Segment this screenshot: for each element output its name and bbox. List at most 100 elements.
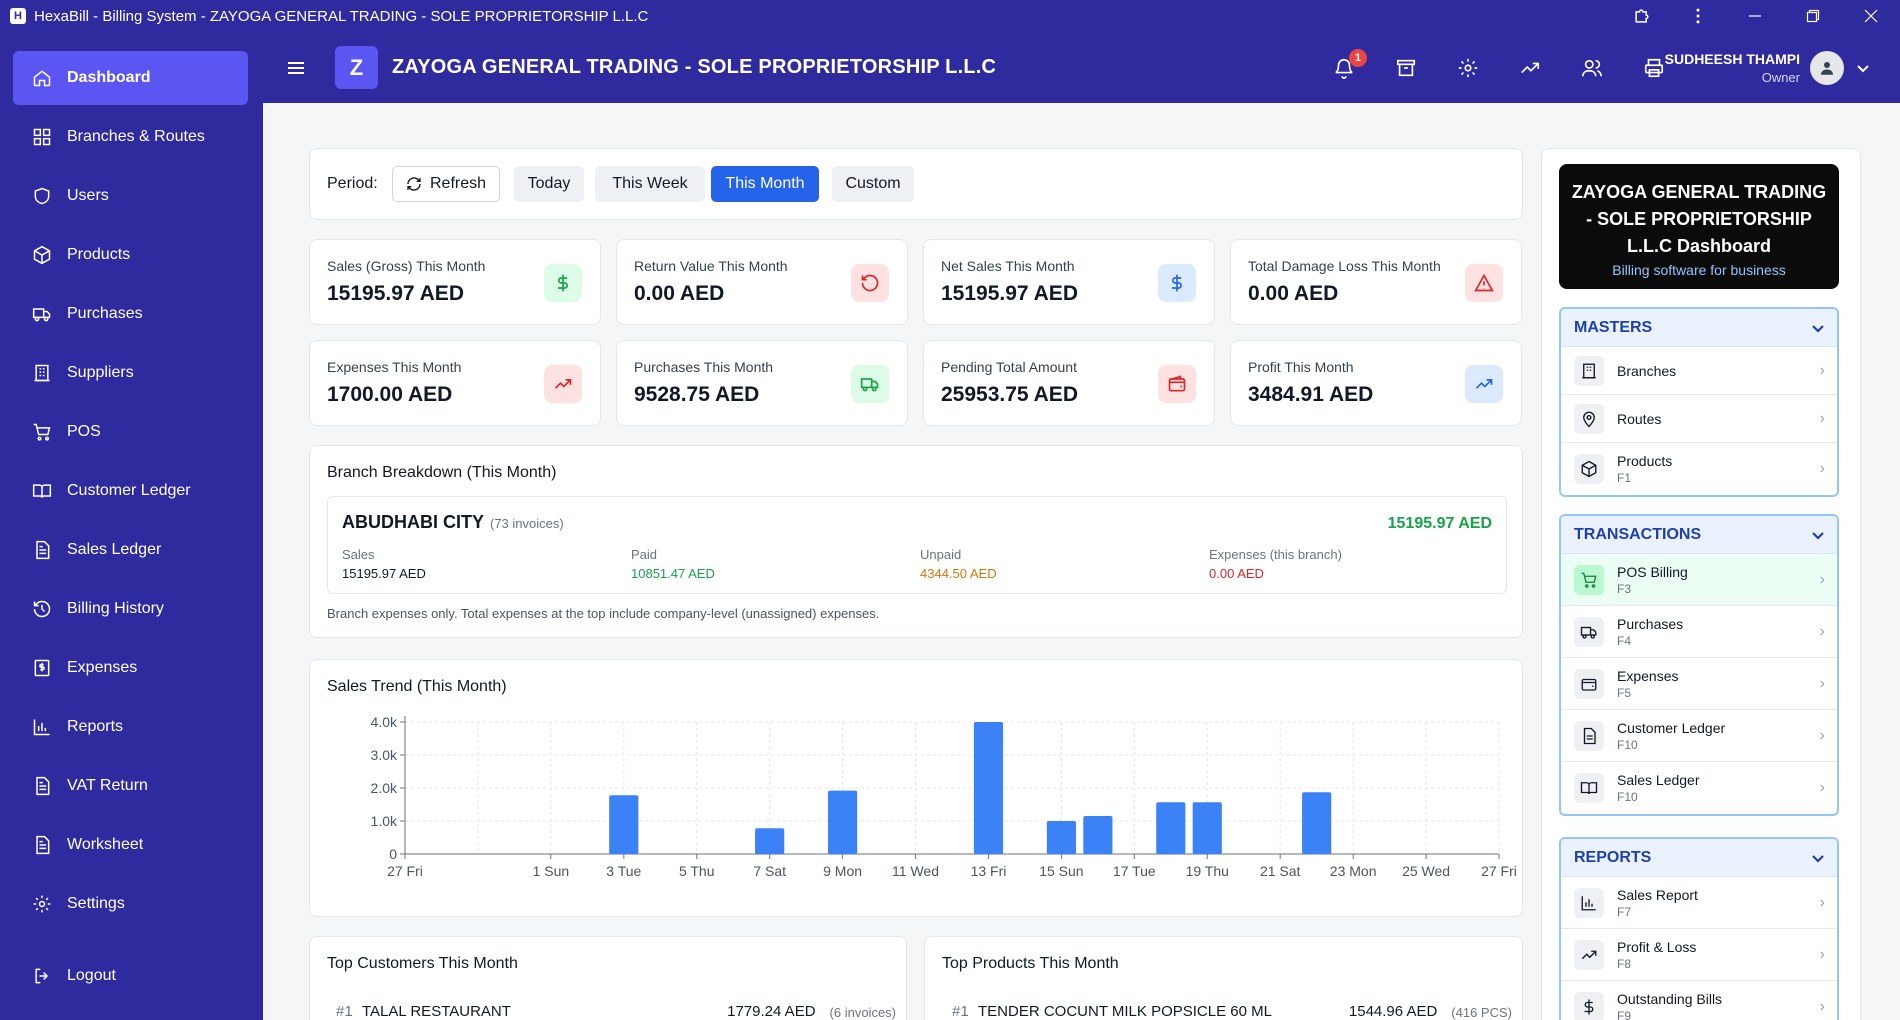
period-selector: Period: Refresh Today This Week This Mon… bbox=[309, 148, 1523, 220]
sidebar-item-billing-history[interactable]: Billing History bbox=[13, 582, 248, 636]
stat-card-sales-gross: Sales (Gross) This Month 15195.97 AED bbox=[309, 239, 601, 325]
user-menu[interactable]: SUDHEESH THAMPI Owner bbox=[1665, 32, 1870, 103]
chart-bar[interactable] bbox=[973, 722, 1004, 854]
trend-up-icon bbox=[1574, 939, 1604, 970]
sidebar-item-vat-return[interactable]: VAT Return bbox=[13, 759, 248, 813]
masters-header[interactable]: MASTERS bbox=[1561, 309, 1837, 347]
chart-bar[interactable] bbox=[828, 790, 858, 854]
users-button[interactable] bbox=[1561, 48, 1623, 88]
stat-value: 3484.91 AED bbox=[1248, 383, 1374, 406]
building-icon bbox=[1574, 355, 1604, 386]
sidebar-item-expenses[interactable]: Expenses bbox=[13, 641, 248, 695]
sidebar-item-label: Suppliers bbox=[67, 364, 134, 381]
chart-bar[interactable] bbox=[755, 828, 785, 854]
sidebar-item-label: Purchases bbox=[67, 305, 143, 322]
chart-bar[interactable] bbox=[1192, 802, 1222, 854]
sidebar-item-suppliers[interactable]: Suppliers bbox=[13, 346, 248, 400]
branch-note: Branch expenses only. Total expenses at … bbox=[327, 606, 880, 621]
sidebar-item-worksheet[interactable]: Worksheet bbox=[13, 818, 248, 872]
transactions-item-expenses[interactable]: Expenses F5 › bbox=[1561, 658, 1837, 710]
sidebar-item-sales-ledger[interactable]: Sales Ledger bbox=[13, 523, 248, 577]
cart-icon bbox=[31, 421, 53, 443]
x-tick-label: 21 Sat bbox=[1260, 863, 1301, 879]
list-item[interactable]: #1 TENDER COCUNT MILK POPSICLE 60 ML 154… bbox=[952, 1003, 1512, 1020]
menu-toggle-icon[interactable] bbox=[285, 57, 307, 79]
transactions-item-sales-ledger[interactable]: Sales Ledger F10 › bbox=[1561, 762, 1837, 814]
refresh-button[interactable]: Refresh bbox=[392, 166, 500, 202]
avatar bbox=[1810, 50, 1844, 85]
settings-button[interactable] bbox=[1437, 48, 1499, 88]
chart-bar[interactable] bbox=[1156, 802, 1186, 854]
close-button[interactable] bbox=[1842, 0, 1900, 32]
reports-item-sales-report[interactable]: Sales Report F7 › bbox=[1561, 877, 1837, 929]
dollar-icon bbox=[1158, 264, 1196, 302]
logout-button[interactable]: Logout bbox=[13, 949, 248, 1003]
y-tick-label: 4.0k bbox=[371, 714, 398, 730]
product-name: TENDER COCUNT MILK POPSICLE 60 ML bbox=[978, 1003, 1272, 1020]
reports-item-outstanding-bills[interactable]: Outstanding Bills F9 › bbox=[1561, 981, 1837, 1020]
branch-paid: Paid 10851.47 AED bbox=[631, 547, 715, 581]
chart-bar[interactable] bbox=[1083, 816, 1113, 854]
stat-card-pending-total: Pending Total Amount 25953.75 AED bbox=[923, 340, 1215, 426]
branch-invoice-count: (73 invoices) bbox=[490, 516, 564, 531]
sidebar-item-reports[interactable]: Reports bbox=[13, 700, 248, 754]
warning-icon bbox=[1465, 264, 1503, 302]
chart-bar[interactable] bbox=[1302, 792, 1332, 854]
top-customers-card: Top Customers This Month #1 TALAL RESTAU… bbox=[309, 936, 907, 1020]
x-tick-label: 27 Fri bbox=[387, 863, 423, 879]
chevron-right-icon: › bbox=[1819, 409, 1825, 427]
maximize-button[interactable] bbox=[1784, 0, 1842, 32]
trend-up-icon bbox=[1521, 62, 1540, 73]
reports-item-profit-loss[interactable]: Profit & Loss F8 › bbox=[1561, 929, 1837, 981]
sidebar-item-branches-routes[interactable]: Branches & Routes bbox=[13, 110, 248, 164]
top-header: Z ZAYOGA GENERAL TRADING - SOLE PROPRIET… bbox=[263, 32, 1900, 103]
x-tick-label: 5 Thu bbox=[679, 863, 715, 879]
company-badge: Z bbox=[335, 46, 378, 89]
archive-button[interactable] bbox=[1375, 48, 1437, 88]
branch-row[interactable]: ABUDHABI CITY (73 invoices) 15195.97 AED … bbox=[327, 496, 1507, 594]
y-tick-label: 0 bbox=[389, 846, 397, 862]
sidebar-item-dashboard[interactable]: Dashboard bbox=[13, 51, 248, 105]
chart-bar[interactable] bbox=[1046, 821, 1076, 854]
masters-item-products[interactable]: Products F1 › bbox=[1561, 443, 1837, 495]
period-this-week[interactable]: This Week bbox=[595, 166, 705, 202]
y-tick-label: 3.0k bbox=[371, 747, 398, 763]
sidebar-item-purchases[interactable]: Purchases bbox=[13, 287, 248, 341]
branch-sales: Sales 15195.97 AED bbox=[342, 547, 426, 581]
stat-value: 9528.75 AED bbox=[634, 383, 760, 406]
sidebar-item-label: Worksheet bbox=[67, 836, 144, 853]
transactions-item-purchases[interactable]: Purchases F4 › bbox=[1561, 606, 1837, 658]
transactions-header[interactable]: TRANSACTIONS bbox=[1561, 516, 1837, 554]
dollar-icon bbox=[544, 264, 582, 302]
reports-header[interactable]: REPORTS bbox=[1561, 839, 1837, 877]
x-tick-label: 19 Thu bbox=[1186, 863, 1229, 879]
notifications-button[interactable]: 1 bbox=[1313, 48, 1375, 88]
cart-icon bbox=[1574, 564, 1604, 595]
sidebar-item-users[interactable]: Users bbox=[13, 169, 248, 223]
transactions-item-pos-billing[interactable]: POS Billing F3 › bbox=[1561, 554, 1837, 606]
more-options-icon[interactable] bbox=[1670, 0, 1726, 32]
sidebar-item-products[interactable]: Products bbox=[13, 228, 248, 282]
masters-item-routes[interactable]: Routes › bbox=[1561, 395, 1837, 443]
period-custom[interactable]: Custom bbox=[832, 166, 914, 202]
masters-item-branches[interactable]: Branches › bbox=[1561, 347, 1837, 395]
sidebar-item-pos[interactable]: POS bbox=[13, 405, 248, 459]
transactions-item-customer-ledger[interactable]: Customer Ledger F10 › bbox=[1561, 710, 1837, 762]
sales-trend-chart: 0 1.0k 2.0k 3.0k 4.0k 27 Fri 1 Sun 3 Tue 5 Thu 7 … bbox=[371, 714, 1517, 879]
x-tick-label: 7 Sat bbox=[753, 863, 786, 879]
sidebar-item-customer-ledger[interactable]: Customer Ledger bbox=[13, 464, 248, 518]
sidebar-item-label: Billing History bbox=[67, 600, 164, 617]
sidebar-item-settings[interactable]: Settings bbox=[13, 877, 248, 931]
trends-button[interactable] bbox=[1499, 48, 1561, 88]
book-icon bbox=[1574, 773, 1604, 803]
minimize-button[interactable] bbox=[1726, 0, 1784, 32]
period-this-month[interactable]: This Month bbox=[711, 166, 819, 202]
gear-icon bbox=[31, 893, 53, 915]
chevron-right-icon: › bbox=[1819, 893, 1825, 911]
chart-bar[interactable] bbox=[609, 795, 639, 854]
stat-value: 0.00 AED bbox=[634, 282, 725, 305]
hero-subtitle: Billing software for business bbox=[1612, 262, 1786, 278]
extension-icon[interactable] bbox=[1614, 0, 1670, 32]
list-item[interactable]: #1 TALAL RESTAURANT 1779.24 AED (6 invoi… bbox=[336, 1003, 896, 1020]
period-today[interactable]: Today bbox=[514, 166, 584, 202]
